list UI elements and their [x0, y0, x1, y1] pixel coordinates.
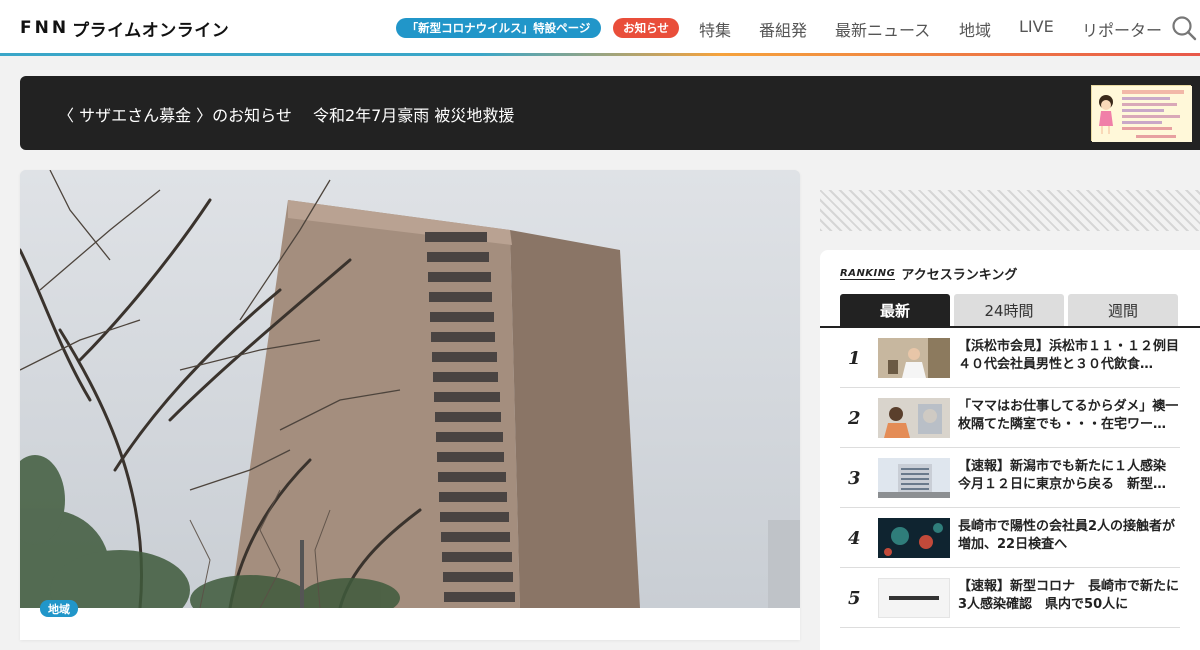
nav-item-reporter[interactable]: リポーター [1082, 17, 1162, 41]
ad-placeholder [820, 190, 1200, 231]
ranking-tabs: 最新 24時間 週間 [840, 294, 1178, 326]
ranking-headline[interactable]: 長崎市で陽性の会社員2人の接触者が増加、22日検査へ [958, 518, 1180, 554]
banner-text[interactable]: 〈 サザエさん募金 〉のお知らせ 令和2年7月豪雨 被災地救援 [58, 102, 514, 126]
ranking-title: アクセスランキング [901, 268, 1018, 283]
rank-number: 3 [848, 468, 861, 489]
rank-number: 1 [848, 348, 861, 369]
notice-banner[interactable]: 〈 サザエさん募金 〉のお知らせ 令和2年7月豪雨 被災地救援 [20, 76, 1200, 150]
rank-number: 4 [848, 528, 861, 549]
ranking-headline[interactable]: 「ママはお仕事してるからダメ」襖一枚隔てた隣室でも・・・在宅ワー… [958, 398, 1180, 434]
nav-item-latest-news[interactable]: 最新ニュース [835, 17, 930, 41]
tab-latest[interactable]: 最新 [840, 294, 950, 326]
sazae-san-fund-banner-icon[interactable] [1091, 85, 1192, 142]
header-accent-line [0, 53, 1200, 56]
ranking-headline[interactable]: 【速報】新型コロナ 長崎市で新たに3人感染確認 県内で50人に [958, 578, 1180, 614]
nav-item-features[interactable]: 特集 [699, 17, 731, 41]
access-ranking-panel: RANKING アクセスランキング 最新 24時間 週間 1 【浜松市会見】浜松… [820, 250, 1200, 650]
ranking-item-5[interactable]: 5 【速報】新型コロナ 長崎市で新たに3人感染確認 県内で50人に [840, 568, 1180, 628]
ranking-item-1[interactable]: 1 【浜松市会見】浜松市１１・１２例目 ４０代会社員男性と３０代飲食… [840, 328, 1180, 388]
logo-mark: FNN [20, 18, 70, 38]
ranking-header: RANKING アクセスランキング [840, 264, 1017, 283]
ranking-headline[interactable]: 【速報】新潟市でも新たに１人感染 今月１２日に東京から戻る 新型… [958, 458, 1180, 494]
search-icon[interactable] [1171, 15, 1197, 41]
nav-item-region[interactable]: 地域 [959, 17, 991, 41]
corona-special-page-button[interactable]: 「新型コロナウイルス」特設ページ [396, 18, 601, 38]
tab-24h[interactable]: 24時間 [954, 294, 1064, 326]
rank-number: 2 [848, 408, 861, 429]
site-header: FNN プライムオンライン 「新型コロナウイルス」特設ページ お知らせ 特集 番… [0, 0, 1200, 56]
ranking-item-4[interactable]: 4 長崎市で陽性の会社員2人の接触者が増加、22日検査へ [840, 508, 1180, 568]
notice-button[interactable]: お知らせ [613, 18, 679, 38]
ranking-thumbnail[interactable] [878, 458, 950, 498]
ranking-item-2[interactable]: 2 「ママはお仕事してるからダメ」襖一枚隔てた隣室でも・・・在宅ワー… [840, 388, 1180, 448]
ranking-thumbnail[interactable] [878, 398, 950, 438]
top-article-card[interactable]: 地域 [20, 170, 800, 640]
ranking-thumbnail[interactable] [878, 518, 950, 558]
nav-item-programs[interactable]: 番組発 [759, 17, 807, 41]
rank-number: 5 [848, 588, 861, 609]
logo-sub: プライムオンライン [72, 20, 230, 41]
ranking-logo: RANKING [840, 267, 896, 280]
ranking-thumbnail[interactable] [878, 578, 950, 618]
category-tag[interactable]: 地域 [40, 600, 78, 617]
tab-weekly[interactable]: 週間 [1068, 294, 1178, 326]
nav-item-live[interactable]: LIVE [1019, 17, 1054, 36]
site-logo[interactable]: FNN プライムオンライン [20, 16, 230, 41]
ranking-item-3[interactable]: 3 【速報】新潟市でも新たに１人感染 今月１２日に東京から戻る 新型… [840, 448, 1180, 508]
ranking-headline[interactable]: 【浜松市会見】浜松市１１・１２例目 ４０代会社員男性と３０代飲食… [958, 338, 1180, 374]
article-hero-image[interactable] [20, 170, 800, 608]
ranking-thumbnail[interactable] [878, 338, 950, 378]
